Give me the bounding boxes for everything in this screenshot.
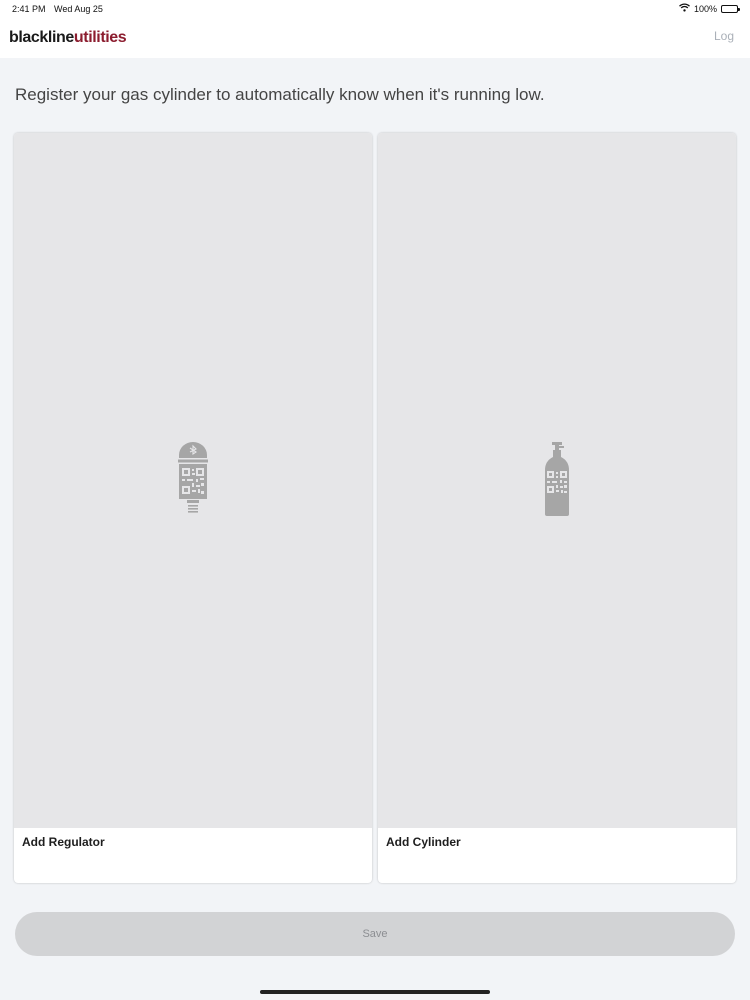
card-media <box>378 133 736 828</box>
status-date: Wed Aug 25 <box>54 4 103 14</box>
add-regulator-label: Add Regulator <box>22 835 105 849</box>
battery-icon <box>721 4 740 13</box>
add-cylinder-label: Add Cylinder <box>386 835 461 849</box>
intro-text: Register your gas cylinder to automatica… <box>15 85 545 104</box>
log-button[interactable]: Log <box>714 29 734 43</box>
card-media <box>14 133 372 828</box>
status-right: 100% <box>679 3 740 14</box>
regulator-qr-icon <box>178 442 208 513</box>
status-time: 2:41 PM <box>12 4 46 14</box>
screen: 2:41 PM Wed Aug 25 100% blacklineutiliti… <box>0 0 750 1000</box>
add-regulator-card[interactable]: Add Regulator <box>14 133 372 883</box>
save-button[interactable]: Save <box>15 912 735 956</box>
add-cylinder-card[interactable]: Add Cylinder <box>378 133 736 883</box>
logo-text-accent: utilities <box>73 29 127 46</box>
battery-percent: 100% <box>693 3 717 14</box>
status-bar: 2:41 PM Wed Aug 25 100% <box>0 0 750 20</box>
logo-text-primary: blackline <box>9 29 74 46</box>
cylinder-qr-icon <box>545 442 569 516</box>
home-indicator[interactable] <box>260 990 490 994</box>
app-header: blacklineutilities Log <box>0 20 750 58</box>
brand-logo: blacklineutilities <box>9 29 127 47</box>
wifi-icon <box>679 3 690 14</box>
